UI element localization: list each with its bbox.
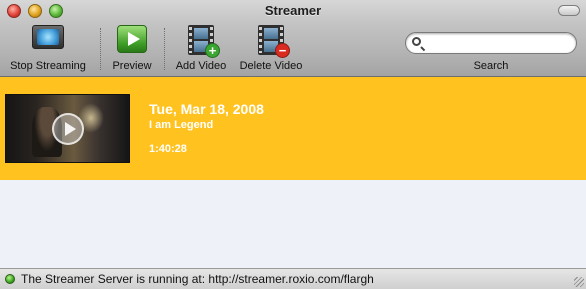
play-icon bbox=[117, 25, 147, 53]
search-icon bbox=[412, 37, 421, 46]
status-indicator-icon bbox=[5, 274, 15, 284]
search-field[interactable] bbox=[405, 32, 577, 54]
status-text: The Streamer Server is running at: http:… bbox=[21, 272, 374, 286]
video-name: I am Legend bbox=[149, 119, 214, 131]
video-date: Tue, Mar 18, 2008 bbox=[149, 101, 264, 117]
status-bar: The Streamer Server is running at: http:… bbox=[0, 268, 586, 289]
add-video-button[interactable]: + Add Video bbox=[170, 25, 232, 75]
plus-icon: + bbox=[205, 43, 220, 58]
film-add-icon: + bbox=[188, 25, 220, 58]
toolbar-separator bbox=[100, 28, 101, 70]
stop-streaming-label: Stop Streaming bbox=[10, 60, 86, 72]
toolbar-separator bbox=[164, 28, 165, 70]
toolbar-area: Streamer Stop Streaming Preview + Add Vi… bbox=[0, 0, 586, 77]
streamer-window: Streamer Stop Streaming Preview + Add Vi… bbox=[0, 0, 586, 289]
video-row-selected[interactable]: Tue, Mar 18, 2008 I am Legend 1:40:28 bbox=[0, 77, 586, 180]
add-video-label: Add Video bbox=[175, 60, 227, 72]
monitor-icon bbox=[32, 25, 64, 49]
thumbnail-play-icon[interactable] bbox=[52, 113, 84, 145]
window-title: Streamer bbox=[264, 3, 322, 18]
delete-video-label: Delete Video bbox=[239, 60, 303, 72]
resize-grip-icon[interactable] bbox=[574, 277, 584, 287]
video-thumbnail[interactable] bbox=[5, 94, 130, 163]
delete-video-button[interactable]: − Delete Video bbox=[234, 25, 308, 75]
film-delete-icon: − bbox=[258, 25, 290, 58]
search-input[interactable] bbox=[430, 35, 570, 51]
minus-icon: − bbox=[275, 43, 290, 58]
search-label: Search bbox=[473, 60, 509, 72]
stop-streaming-button[interactable]: Stop Streaming bbox=[4, 25, 92, 75]
preview-label: Preview bbox=[112, 60, 152, 72]
video-list[interactable]: Tue, Mar 18, 2008 I am Legend 1:40:28 bbox=[0, 77, 586, 268]
toolbar-toggle-button[interactable] bbox=[558, 5, 580, 16]
video-duration: 1:40:28 bbox=[149, 143, 187, 155]
preview-button[interactable]: Preview bbox=[106, 25, 158, 75]
